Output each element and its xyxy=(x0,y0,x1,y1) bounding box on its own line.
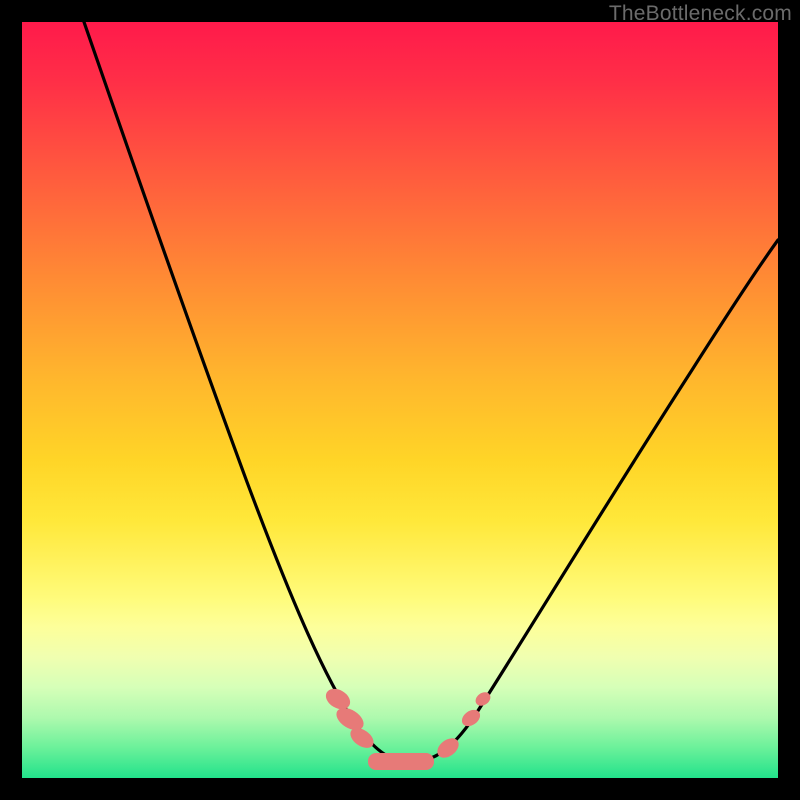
watermark-text: TheBottleneck.com xyxy=(609,2,792,26)
curve-layer xyxy=(22,22,778,778)
plot-area xyxy=(22,22,778,778)
bottleneck-curve xyxy=(84,22,778,762)
chart-frame: TheBottleneck.com xyxy=(0,0,800,800)
